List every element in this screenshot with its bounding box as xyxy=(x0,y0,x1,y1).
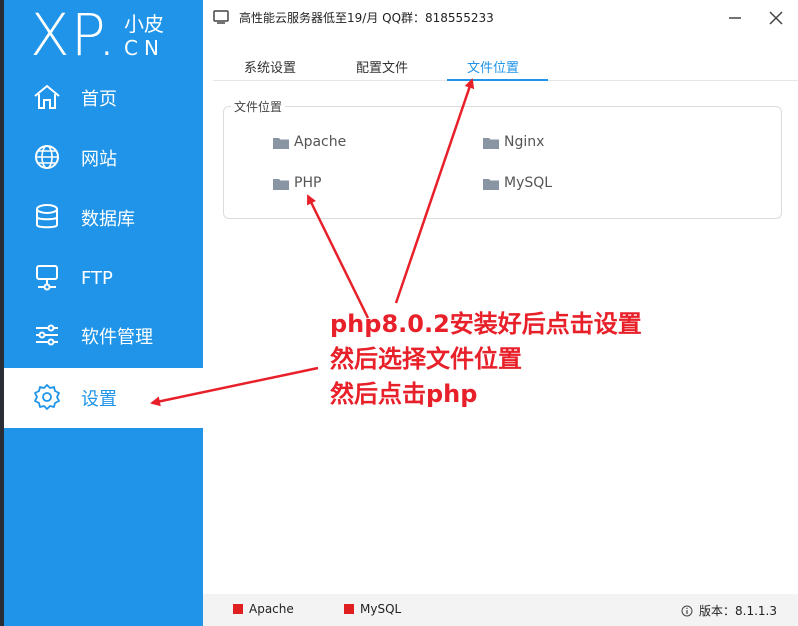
folder-icon xyxy=(273,137,289,149)
home-icon xyxy=(34,84,60,109)
apache-status: Apache xyxy=(233,602,294,616)
sidebar-item-label: 首页 xyxy=(81,89,117,110)
status-bar: Apache MySQL 版本：8.1.1.3 xyxy=(203,594,798,626)
folder-link-label: Nginx xyxy=(504,134,545,150)
logo-xp: XP. xyxy=(30,1,118,69)
version-label: 版本：8.1.1.3 xyxy=(699,604,777,618)
sidebar-item-label: 网站 xyxy=(81,149,117,170)
mysql-folder-link[interactable]: MySQL xyxy=(483,175,552,191)
app-icon xyxy=(213,10,229,24)
apache-folder-link[interactable]: Apache xyxy=(273,134,346,150)
annotation-line-3: 然后点击php xyxy=(330,380,478,408)
annotation-line-2: 然后选择文件位置 xyxy=(330,345,522,373)
logo-cn-bottom: CN xyxy=(124,36,165,60)
close-icon[interactable] xyxy=(766,8,786,28)
sidebar-item-label: 设置 xyxy=(81,389,117,410)
info-icon xyxy=(681,605,693,616)
php-folder-link[interactable]: PHP xyxy=(273,175,321,191)
logo-cn-top: 小皮 xyxy=(124,12,164,36)
sidebar-item-software[interactable]: 软件管理 xyxy=(4,306,203,366)
logo: XP. 小皮 CN xyxy=(4,0,203,70)
sliders-icon xyxy=(36,324,58,346)
globe-icon xyxy=(35,145,59,169)
sidebar-item-label: FTP xyxy=(81,267,113,289)
server-icon xyxy=(36,265,58,291)
apache-status-label: Apache xyxy=(249,602,294,616)
nginx-folder-link[interactable]: Nginx xyxy=(483,134,544,150)
stopped-indicator xyxy=(233,604,243,614)
sidebar-item-label: 软件管理 xyxy=(81,327,153,348)
mysql-status: MySQL xyxy=(344,602,401,616)
sidebar-item-label: 数据库 xyxy=(81,209,135,230)
title-bar: 高性能云服务器低至19/月 QQ群：818555233 xyxy=(203,0,798,36)
sidebar-item-settings[interactable]: 设置 xyxy=(4,368,203,428)
file-location-legend: 文件位置 xyxy=(231,98,286,115)
database-icon xyxy=(36,204,58,229)
folder-icon xyxy=(483,137,499,149)
folder-link-label: PHP xyxy=(294,175,322,191)
file-location-group xyxy=(223,106,782,219)
tab-active-underline xyxy=(447,79,548,81)
folder-link-label: MySQL xyxy=(504,175,553,191)
window-title: 高性能云服务器低至19/月 QQ群：818555233 xyxy=(239,11,494,25)
minimize-icon[interactable] xyxy=(725,8,745,28)
mysql-status-label: MySQL xyxy=(360,602,402,616)
stopped-indicator xyxy=(344,604,354,614)
version-info: 版本：8.1.1.3 xyxy=(681,602,777,619)
sidebar: XP. 小皮 CN 首页 网站 数据库 FTP 软件管理 设置 xyxy=(4,0,203,626)
folder-icon xyxy=(273,178,289,190)
sidebar-item-home[interactable]: 首页 xyxy=(4,68,203,128)
tab-file-location[interactable]: 文件位置 xyxy=(467,57,519,76)
folder-icon xyxy=(483,178,499,190)
sidebar-item-ftp[interactable]: FTP xyxy=(4,248,203,308)
sidebar-item-website[interactable]: 网站 xyxy=(4,128,203,188)
gear-icon xyxy=(34,384,60,410)
annotation-line-1: php8.0.2安装好后点击设置 xyxy=(330,310,642,338)
folder-link-label: Apache xyxy=(294,134,347,150)
sidebar-item-database[interactable]: 数据库 xyxy=(4,188,203,248)
tab-system-settings[interactable]: 系统设置 xyxy=(244,57,296,76)
tab-config-files[interactable]: 配置文件 xyxy=(356,57,408,76)
